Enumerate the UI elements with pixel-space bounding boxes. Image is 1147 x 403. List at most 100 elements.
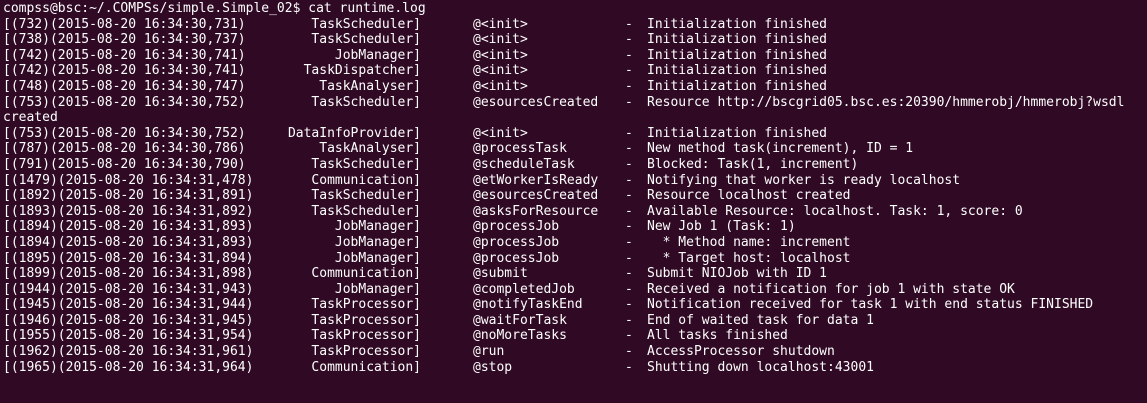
log-method: @submit (473, 266, 528, 282)
log-method: @<init> (473, 63, 528, 79)
log-message: Blocked: Task(1, increment) (647, 156, 859, 172)
log-line: [(1899)(2015-08-20 16:34:31,898) Communic… (3, 266, 1147, 282)
log-message: Initialization finished (647, 63, 828, 79)
log-line: [(1894)(2015-08-20 16:34:31,893) JobManag… (3, 235, 1147, 251)
log-component: JobManager] (334, 250, 421, 266)
log-component: TaskAnalyser] (319, 141, 421, 157)
log-line: [(1479)(2015-08-20 16:34:31,478) Communic… (3, 173, 1147, 189)
log-message: Initialization finished (647, 32, 828, 48)
log-line: [(1955)(2015-08-20 16:34:31,954) TaskProc… (3, 328, 1147, 344)
log-method: @completedJob (473, 281, 575, 297)
log-message: New Job 1 (Task: 1) (647, 219, 796, 235)
log-separator: - (625, 281, 633, 297)
log-method: @esourcesCreated (473, 188, 599, 204)
log-line: [(1894)(2015-08-20 16:34:31,893) JobManag… (3, 219, 1147, 235)
log-component: TaskScheduler] (311, 188, 421, 204)
log-separator: - (625, 234, 633, 250)
log-component: Communication] (311, 359, 421, 375)
log-separator: - (625, 172, 633, 188)
log-method: @<init> (473, 125, 528, 141)
log-component: TaskProcessor] (311, 312, 421, 328)
log-message: Resource localhost created (647, 188, 851, 204)
log-separator: - (625, 141, 633, 157)
log-line: [(742)(2015-08-20 16:34:30,741) TaskDispa… (3, 63, 1147, 79)
log-separator: - (625, 203, 633, 219)
log-component: JobManager] (334, 47, 421, 63)
log-component: TaskScheduler] (311, 32, 421, 48)
log-separator: - (625, 359, 633, 375)
log-component: Communication] (311, 172, 421, 188)
log-line: [(732)(2015-08-20 16:34:30,731) TaskSched… (3, 17, 1147, 33)
log-separator: - (625, 328, 633, 344)
log-method: @waitForTask (473, 312, 567, 328)
log-separator: - (625, 32, 633, 48)
log-line: [(1965)(2015-08-20 16:34:31,964) Communic… (3, 360, 1147, 376)
log-line: [(1892)(2015-08-20 16:34:31,891) TaskSche… (3, 188, 1147, 204)
log-component: TaskDispatcher] (303, 63, 421, 79)
log-method: @notifyTaskEnd (473, 297, 583, 313)
log-method: @run (473, 344, 505, 360)
log-message: Received a notification for job 1 with s… (647, 281, 1015, 297)
log-line: [(1946)(2015-08-20 16:34:31,945) TaskProc… (3, 313, 1147, 329)
log-separator: - (625, 250, 633, 266)
log-message: Initialization finished (647, 78, 828, 94)
log-separator: - (625, 125, 633, 141)
log-separator: - (625, 78, 633, 94)
log-method: @<init> (473, 47, 528, 63)
log-component: TaskProcessor] (311, 344, 421, 360)
log-component: TaskScheduler] (311, 156, 421, 172)
log-message: Notification received for task 1 with en… (647, 297, 1094, 313)
log-separator: - (625, 266, 633, 282)
log-message: Initialization finished (647, 47, 828, 63)
log-separator: - (625, 63, 633, 79)
log-method: @stop (473, 359, 513, 375)
log-method: @noMoreTasks (473, 328, 567, 344)
log-line: [(753)(2015-08-20 16:34:30,752) TaskSched… (3, 95, 1147, 111)
log-component: TaskProcessor] (311, 328, 421, 344)
terminal-window[interactable]: compss@bsc:~/.COMPSs/simple.Simple_02$ c… (0, 0, 1147, 403)
log-method: @processJob (473, 234, 560, 250)
log-message: Resource http://bscgrid05.bsc.es:20390/h… (647, 94, 1125, 110)
log-component: TaskScheduler] (311, 16, 421, 32)
log-method: @scheduleTask (473, 156, 575, 172)
log-method: @etWorkerIsReady (473, 172, 599, 188)
log-message: AccessProcessor shutdown (647, 344, 835, 360)
log-message: All tasks finished (647, 328, 788, 344)
command-prompt: compss@bsc:~/.COMPSs/simple.Simple_02$ c… (3, 1, 426, 16)
log-separator: - (625, 188, 633, 204)
log-component: JobManager] (334, 234, 421, 250)
log-method: @processJob (473, 219, 560, 235)
log-message: Shutting down localhost:43001 (647, 359, 874, 375)
log-component: Communication] (311, 266, 421, 282)
log-method: @asksForResource (473, 203, 599, 219)
log-separator: - (625, 16, 633, 32)
log-separator: - (625, 47, 633, 63)
log-output: [(732)(2015-08-20 16:34:30,731) TaskSched… (3, 17, 1147, 376)
log-line: [(1962)(2015-08-20 16:34:31,961) TaskProc… (3, 344, 1147, 360)
log-message: End of waited task for data 1 (647, 312, 874, 328)
log-line: [(1895)(2015-08-20 16:34:31,894) JobManag… (3, 251, 1147, 267)
log-line: [(753)(2015-08-20 16:34:30,752) DataInfoP… (3, 126, 1147, 142)
log-line-wrap: created (3, 110, 58, 126)
log-component: TaskScheduler] (311, 203, 421, 219)
log-line: [(1893)(2015-08-20 16:34:31,892) TaskSche… (3, 204, 1147, 220)
log-component: TaskScheduler] (311, 94, 421, 110)
log-message: New method task(increment), ID = 1 (647, 141, 914, 157)
log-line: [(1945)(2015-08-20 16:34:31,944) TaskProc… (3, 297, 1147, 313)
log-message: * Method name: increment (647, 234, 851, 250)
log-component: JobManager] (334, 281, 421, 297)
log-component: DataInfoProvider] (287, 125, 421, 141)
log-message: Initialization finished (647, 125, 828, 141)
log-separator: - (625, 344, 633, 360)
log-line: [(791)(2015-08-20 16:34:30,790) TaskSched… (3, 157, 1147, 173)
log-line: [(742)(2015-08-20 16:34:30,741) JobManage… (3, 48, 1147, 64)
log-method: @processTask (473, 141, 567, 157)
log-separator: - (625, 219, 633, 235)
log-line: [(1944)(2015-08-20 16:34:31,943) JobManag… (3, 282, 1147, 298)
log-method: @processJob (473, 250, 560, 266)
log-line: [(738)(2015-08-20 16:34:30,737) TaskSched… (3, 32, 1147, 48)
log-separator: - (625, 312, 633, 328)
log-message: Available Resource: localhost. Task: 1, … (647, 203, 1023, 219)
log-separator: - (625, 156, 633, 172)
log-method: @<init> (473, 16, 528, 32)
